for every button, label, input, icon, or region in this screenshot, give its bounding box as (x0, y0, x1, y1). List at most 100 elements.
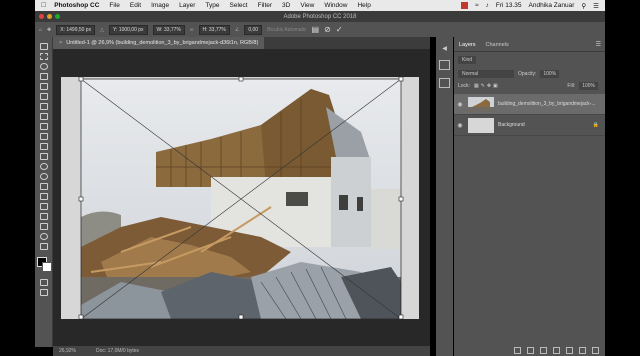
home-icon[interactable]: ⌂ (39, 27, 42, 33)
gradient-tool-icon[interactable] (39, 153, 48, 160)
user-label[interactable]: Andhika Zanuar (529, 2, 575, 9)
properties-panel-icon[interactable] (439, 78, 450, 88)
document-canvas[interactable] (61, 77, 419, 319)
zoom-window-icon[interactable] (55, 14, 60, 19)
layer-style-icon[interactable] (527, 346, 534, 354)
x-field[interactable]: X: 1499,50 px (56, 24, 96, 35)
w-field[interactable]: W: 33,77% (152, 24, 185, 35)
lock-icons[interactable]: ▦✎✥▣ (474, 83, 500, 89)
more-tools-icon[interactable] (39, 243, 48, 250)
zoom-level[interactable]: 26,92% (59, 348, 76, 354)
h-field[interactable]: H: 33,77% (198, 24, 230, 35)
interpolation-select[interactable]: Bicubic Automatic (267, 27, 306, 33)
link-layers-icon[interactable] (514, 346, 521, 354)
background-color-swatch[interactable] (41, 262, 52, 272)
shape-tool-icon[interactable] (39, 213, 48, 220)
lasso-tool-icon[interactable] (39, 63, 48, 70)
pen-tool-icon[interactable] (39, 183, 48, 190)
layer-row-background[interactable]: ◉ Background 🔒 (454, 115, 605, 136)
volume-icon[interactable]: ♪ (486, 2, 489, 9)
marquee-tool-icon[interactable] (39, 53, 48, 60)
search-icon[interactable]: ⚲ (581, 2, 586, 10)
stamp-tool-icon[interactable] (39, 123, 48, 130)
blend-mode-select[interactable]: Normal (458, 69, 514, 78)
layer-name[interactable]: building_demolition_3_by_brigandmejack-.… (498, 101, 596, 107)
screen-mode-icon[interactable] (39, 289, 48, 296)
opacity-field[interactable]: 100% (540, 69, 560, 78)
angle-field[interactable]: 0,00 (244, 24, 263, 35)
wifi-icon[interactable]: ≈ (475, 2, 479, 9)
menu-3d[interactable]: 3D (282, 2, 290, 9)
apple-icon[interactable]:  (41, 2, 46, 9)
history-brush-tool-icon[interactable] (39, 133, 48, 140)
panel-menu-icon[interactable]: ☰ (596, 41, 601, 48)
layer-name[interactable]: Background (498, 122, 525, 128)
menu-edit[interactable]: Edit (130, 2, 141, 9)
layer-filter-row: Kind (458, 55, 598, 64)
kind-filter-select[interactable]: Kind (458, 55, 477, 64)
collapse-icon[interactable]: ◀ (436, 45, 453, 52)
menu-file[interactable]: File (109, 2, 119, 9)
fill-field[interactable]: 100% (579, 81, 598, 90)
tab-layers[interactable]: Layers (454, 41, 481, 51)
transform-handle-top[interactable] (238, 77, 244, 82)
menu-bar:  Photoshop CC File Edit Image Layer Typ… (35, 0, 605, 11)
menu-help[interactable]: Help (357, 2, 370, 9)
warp-icon[interactable]: ▤ (312, 25, 320, 34)
eye-icon[interactable]: ◉ (454, 101, 466, 108)
adjustment-layer-icon[interactable] (553, 346, 560, 354)
trash-icon[interactable] (592, 346, 599, 354)
close-window-icon[interactable] (39, 14, 44, 19)
menu-type[interactable]: Type (205, 2, 219, 9)
history-panel-icon[interactable] (439, 60, 450, 70)
close-tab-icon[interactable]: × (59, 40, 62, 46)
clock-label[interactable]: Fri 13.35 (496, 2, 522, 9)
menu-select[interactable]: Select (230, 2, 248, 9)
new-layer-icon[interactable] (579, 346, 586, 354)
document-info[interactable]: Doc: 17,0M/0 bytes (96, 348, 139, 354)
status-red-icon[interactable] (461, 2, 469, 9)
path-select-tool-icon[interactable] (39, 203, 48, 210)
crop-tool-icon[interactable] (39, 83, 48, 90)
cancel-transform-icon[interactable]: ⊘ (324, 25, 331, 34)
blur-tool-icon[interactable] (39, 163, 48, 170)
transform-handle-bottom-left[interactable] (78, 314, 84, 319)
hand-tool-icon[interactable] (39, 223, 48, 230)
menu-filter[interactable]: Filter (258, 2, 272, 9)
healing-tool-icon[interactable] (39, 103, 48, 110)
menu-layer[interactable]: Layer (179, 2, 195, 9)
y-field[interactable]: Y: 1000,00 px (108, 24, 148, 35)
new-group-icon[interactable] (566, 346, 573, 354)
add-mask-icon[interactable] (540, 346, 547, 354)
tab-channels[interactable]: Channels (481, 41, 514, 51)
type-tool-icon[interactable] (39, 193, 48, 200)
transform-handle-left[interactable] (78, 196, 84, 202)
move-tool-icon[interactable] (39, 43, 48, 50)
layer-row-photo[interactable]: ◉ building_demolition_3_by_brigandmejack… (454, 94, 605, 115)
quick-select-tool-icon[interactable] (39, 73, 48, 80)
transform-handle-top-left[interactable] (78, 77, 84, 82)
eyedropper-tool-icon[interactable] (39, 93, 48, 100)
transform-tool-icon[interactable]: ✥ (47, 27, 51, 33)
dodge-tool-icon[interactable] (39, 173, 48, 180)
commit-transform-icon[interactable]: ✓ (336, 25, 343, 34)
transform-handle-bottom-right[interactable] (398, 314, 404, 319)
menu-image[interactable]: Image (151, 2, 169, 9)
eraser-tool-icon[interactable] (39, 143, 48, 150)
transform-handle-right[interactable] (398, 196, 404, 202)
minimize-window-icon[interactable] (47, 14, 52, 19)
panel-tabs: Layers Channels (454, 41, 514, 51)
menu-list-icon[interactable]: ☰ (593, 2, 599, 10)
menu-app[interactable]: Photoshop CC (54, 2, 99, 9)
transform-handle-top-right[interactable] (398, 77, 404, 82)
eye-icon[interactable]: ◉ (454, 122, 466, 129)
menu-window[interactable]: Window (324, 2, 347, 9)
transform-handle-bottom[interactable] (238, 314, 244, 319)
color-swatches[interactable] (36, 257, 52, 272)
document-tab[interactable]: × Untitled-1 @ 26,9% (building_demolitio… (53, 37, 265, 49)
link-icon[interactable]: ∞ (190, 27, 194, 33)
brush-tool-icon[interactable] (39, 113, 48, 120)
quick-mask-icon[interactable] (39, 279, 48, 286)
menu-view[interactable]: View (300, 2, 314, 9)
zoom-tool-icon[interactable] (39, 233, 48, 240)
